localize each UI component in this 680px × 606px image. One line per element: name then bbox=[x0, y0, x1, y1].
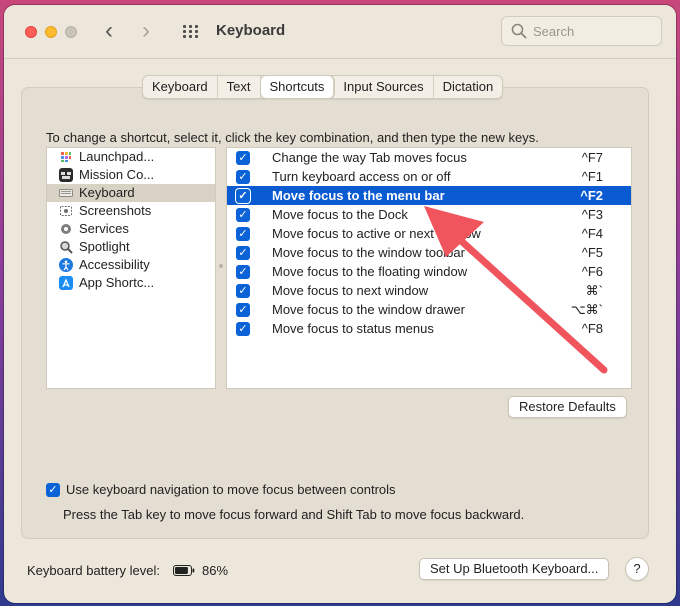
launchpad-icon bbox=[59, 150, 73, 164]
tab-keyboard[interactable]: Keyboard bbox=[143, 76, 218, 98]
window-title: Keyboard bbox=[216, 22, 286, 39]
shortcut-row[interactable]: ✓ Move focus to active or next window ^F… bbox=[227, 224, 631, 243]
checkmark-icon[interactable]: ✓ bbox=[236, 284, 250, 298]
category-label: Spotlight bbox=[79, 239, 130, 254]
shortcut-key[interactable]: ^F5 bbox=[582, 243, 603, 262]
gear-icon bbox=[59, 222, 73, 236]
shortcut-key[interactable]: ^F4 bbox=[582, 224, 603, 243]
spotlight-icon bbox=[59, 240, 73, 254]
category-label: Mission Co... bbox=[79, 167, 155, 182]
titlebar: ‹ › Keyboard Search bbox=[4, 5, 676, 59]
shortcut-key[interactable]: ^F2 bbox=[580, 186, 603, 205]
app-store-icon bbox=[59, 276, 73, 290]
shortcut-key[interactable]: ^F7 bbox=[582, 148, 603, 167]
category-label: App Shortc... bbox=[79, 275, 155, 290]
tab-text[interactable]: Text bbox=[218, 76, 261, 98]
category-label: Services bbox=[79, 221, 129, 236]
keyboard-navigation-help-text: Press the Tab key to move focus forward … bbox=[63, 507, 525, 522]
checkmark-icon[interactable]: ✓ bbox=[236, 265, 250, 279]
minimize-window-button[interactable] bbox=[45, 26, 57, 38]
accessibility-icon bbox=[59, 258, 73, 272]
shortcut-label: Move focus to the Dock bbox=[272, 207, 408, 222]
keyboard-navigation-label[interactable]: Use keyboard navigation to move focus be… bbox=[66, 482, 396, 497]
keyboard-icon bbox=[59, 186, 73, 200]
category-label: Launchpad... bbox=[79, 149, 155, 164]
category-mission-control[interactable]: Mission Co... bbox=[47, 166, 215, 184]
category-keyboard[interactable]: Keyboard bbox=[47, 184, 215, 202]
tab-input-sources[interactable]: Input Sources bbox=[334, 76, 434, 98]
battery-level-label: Keyboard battery level: bbox=[27, 563, 160, 578]
back-chevron-icon[interactable]: ‹ bbox=[105, 19, 113, 43]
tab-bar: Keyboard Text Shortcuts Input Sources Di… bbox=[142, 75, 504, 99]
category-label: Keyboard bbox=[79, 185, 135, 200]
shortcut-row[interactable]: ✓ Move focus to the Dock ^F3 bbox=[227, 205, 631, 224]
checkmark-icon[interactable]: ✓ bbox=[236, 170, 250, 184]
shortcut-label: Move focus to next window bbox=[272, 283, 429, 298]
shortcut-list: ✓ Change the way Tab moves focus ^F7 ✓ T… bbox=[226, 147, 632, 389]
shortcut-row[interactable]: ✓ Move focus to the floating window ^F6 bbox=[227, 262, 631, 281]
checkmark-icon[interactable]: ✓ bbox=[236, 246, 250, 260]
search-input[interactable]: Search bbox=[501, 16, 662, 46]
shortcut-row[interactable]: ✓ Turn keyboard access on or off ^F1 bbox=[227, 167, 631, 186]
shortcut-key[interactable]: ⌥⌘` bbox=[571, 300, 603, 319]
shortcut-label: Move focus to the floating window bbox=[272, 264, 468, 279]
shortcut-key[interactable]: ^F8 bbox=[582, 319, 603, 338]
checkmark-icon[interactable]: ✓ bbox=[236, 303, 250, 317]
checkmark-icon[interactable]: ✓ bbox=[236, 227, 250, 241]
tab-dictation[interactable]: Dictation bbox=[434, 76, 503, 98]
tab-shortcuts[interactable]: Shortcuts bbox=[260, 76, 335, 98]
shortcut-label: Move focus to the menu bar bbox=[272, 188, 445, 203]
shortcut-row[interactable]: ✓ Move focus to the window drawer ⌥⌘` bbox=[227, 300, 631, 319]
forward-chevron-icon[interactable]: › bbox=[142, 19, 150, 43]
split-view-divider[interactable] bbox=[219, 264, 223, 268]
checkmark-icon[interactable]: ✓ bbox=[236, 322, 250, 336]
category-launchpad[interactable]: Launchpad... bbox=[47, 148, 215, 166]
shortcut-label: Move focus to active or next window bbox=[272, 226, 481, 241]
keyboard-navigation-checkbox[interactable]: ✓ bbox=[46, 483, 60, 497]
category-app-shortcuts[interactable]: App Shortc... bbox=[47, 274, 215, 292]
setup-bluetooth-keyboard-button[interactable]: Set Up Bluetooth Keyboard... bbox=[419, 558, 610, 580]
battery-level-value: 86% bbox=[202, 563, 229, 578]
category-spotlight[interactable]: Spotlight bbox=[47, 238, 215, 256]
shortcut-row-selected[interactable]: ✓ Move focus to the menu bar ^F2 bbox=[227, 186, 631, 205]
shortcut-label: Change the way Tab moves focus bbox=[272, 150, 467, 165]
checkmark-icon[interactable]: ✓ bbox=[236, 151, 250, 165]
show-all-grid-icon[interactable] bbox=[183, 25, 199, 39]
shortcut-label: Move focus to the window drawer bbox=[272, 302, 465, 317]
category-accessibility[interactable]: Accessibility bbox=[47, 256, 215, 274]
screenshot-icon bbox=[59, 204, 73, 218]
search-placeholder: Search bbox=[533, 24, 575, 39]
shortcut-key[interactable]: ^F1 bbox=[582, 167, 603, 186]
category-screenshots[interactable]: Screenshots bbox=[47, 202, 215, 220]
category-label: Accessibility bbox=[79, 257, 150, 272]
shortcut-row[interactable]: ✓ Move focus to status menus ^F8 bbox=[227, 319, 631, 338]
shortcut-label: Move focus to the window toolbar bbox=[272, 245, 465, 260]
instructions-text: To change a shortcut, select it, click t… bbox=[46, 130, 539, 145]
shortcut-key[interactable]: ^F6 bbox=[582, 262, 603, 281]
shortcut-label: Move focus to status menus bbox=[272, 321, 434, 336]
shortcut-row[interactable]: ✓ Move focus to next window ⌘` bbox=[227, 281, 631, 300]
checkmark-icon[interactable]: ✓ bbox=[236, 189, 250, 203]
shortcut-label: Turn keyboard access on or off bbox=[272, 169, 451, 184]
zoom-window-button[interactable] bbox=[65, 26, 77, 38]
shortcut-row[interactable]: ✓ Change the way Tab moves focus ^F7 bbox=[227, 148, 631, 167]
help-button[interactable]: ? bbox=[625, 557, 649, 581]
restore-defaults-button[interactable]: Restore Defaults bbox=[508, 396, 627, 418]
mission-control-icon bbox=[59, 168, 73, 182]
category-services[interactable]: Services bbox=[47, 220, 215, 238]
close-window-button[interactable] bbox=[25, 26, 37, 38]
search-icon bbox=[511, 23, 527, 39]
shortcut-key[interactable]: ^F3 bbox=[582, 205, 603, 224]
battery-icon bbox=[173, 565, 195, 576]
checkmark-icon[interactable]: ✓ bbox=[236, 208, 250, 222]
shortcut-row[interactable]: ✓ Move focus to the window toolbar ^F5 bbox=[227, 243, 631, 262]
category-label: Screenshots bbox=[79, 203, 152, 218]
shortcut-key[interactable]: ⌘` bbox=[586, 281, 603, 300]
shortcut-category-list: Launchpad... Mission Co... Keyboard Scre… bbox=[46, 147, 216, 389]
